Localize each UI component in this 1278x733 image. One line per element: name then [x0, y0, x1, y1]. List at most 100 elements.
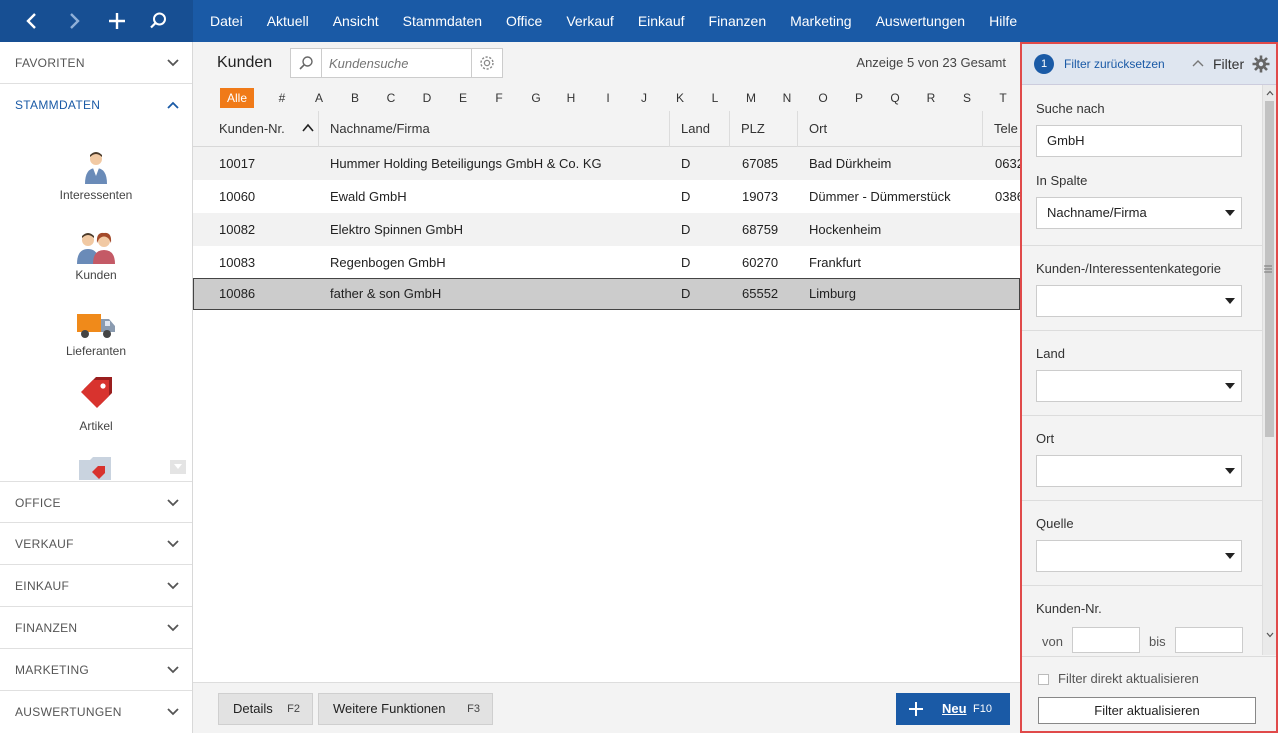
apply-filter-button[interactable]: Filter aktualisieren	[1038, 697, 1256, 724]
column-header-plz[interactable]: PLZ	[730, 111, 798, 147]
alpha-filter-n[interactable]: N	[776, 88, 798, 108]
active-filter-count-badge: 1	[1034, 54, 1054, 74]
sidebar-scroll-button[interactable]	[170, 460, 186, 474]
filter-direkt-checkbox[interactable]	[1038, 674, 1049, 685]
alpha-filter-a[interactable]: A	[308, 88, 330, 108]
table-row[interactable]: 10082 Elektro Spinnen GmbH D 68759 Hocke…	[193, 213, 1020, 246]
menu-marketing[interactable]: Marketing	[778, 0, 863, 42]
sidebar-item-interessenten[interactable]: Interessenten	[0, 150, 192, 202]
alpha-filter-c[interactable]: C	[380, 88, 402, 108]
sidebar-section-auswertungen[interactable]: AUSWERTUNGEN	[0, 691, 192, 733]
alpha-filter-s[interactable]: S	[956, 88, 978, 108]
sidebar-section-label: STAMMDATEN	[15, 98, 101, 112]
sidebar-section-marketing[interactable]: MARKETING	[0, 649, 192, 691]
weitere-funktionen-button[interactable]: Weitere Funktionen F3	[318, 693, 493, 725]
back-button[interactable]	[18, 7, 46, 35]
search-submit-button[interactable]	[291, 49, 322, 77]
kunden-nr-to-input[interactable]	[1175, 627, 1243, 653]
column-header-label: Ort	[809, 121, 828, 136]
gear-icon[interactable]	[1252, 55, 1270, 73]
customer-search-input[interactable]	[329, 54, 469, 72]
alpha-filter-l[interactable]: L	[704, 88, 726, 108]
menu-stammdaten[interactable]: Stammdaten	[391, 0, 494, 42]
filter-label-ort: Ort	[1036, 431, 1055, 446]
alpha-filter-m[interactable]: M	[740, 88, 762, 108]
table-row[interactable]: 10083 Regenbogen GmbH D 60270 Frankfurt	[193, 246, 1020, 279]
sidebar-section-einkauf[interactable]: EINKAUF	[0, 565, 192, 607]
alpha-filter-f[interactable]: F	[488, 88, 510, 108]
filter-land-select[interactable]	[1036, 370, 1242, 402]
divider	[1022, 415, 1262, 416]
menu-datei[interactable]: Datei	[198, 0, 255, 42]
sidebar-section-label: MARKETING	[15, 663, 90, 677]
menu-hilfe[interactable]: Hilfe	[977, 0, 1029, 42]
alpha-filter-d[interactable]: D	[416, 88, 438, 108]
column-header-label: Nachname/Firma	[330, 121, 430, 136]
search-settings-button[interactable]	[471, 49, 502, 77]
filter-label-kunden-nr: Kunden-Nr.	[1036, 601, 1102, 616]
menu-aktuell[interactable]: Aktuell	[255, 0, 321, 42]
forward-button[interactable]	[60, 7, 88, 35]
alpha-filter-p[interactable]: P	[848, 88, 870, 108]
sidebar-section-office[interactable]: OFFICE	[0, 481, 192, 523]
column-header-telefon[interactable]: Tele	[983, 111, 1020, 147]
reset-filter-link[interactable]: Filter zurücksetzen	[1064, 44, 1165, 85]
column-header-name[interactable]: Nachname/Firma	[319, 111, 670, 147]
filter-quelle-select[interactable]	[1036, 540, 1242, 572]
details-button[interactable]: Details F2	[218, 693, 313, 725]
sidebar-item-artikel[interactable]: Artikel	[0, 375, 192, 433]
alpha-filter-q[interactable]: Q	[884, 88, 906, 108]
add-button[interactable]	[103, 7, 131, 35]
cell-plz: 60270	[742, 255, 779, 270]
chevron-down-icon	[167, 59, 179, 67]
filter-column-select[interactable]: Nachname/Firma	[1036, 197, 1242, 229]
sidebar-section-stammdaten[interactable]: STAMMDATEN	[0, 84, 192, 126]
alpha-filter-hash[interactable]: #	[271, 88, 293, 108]
alpha-filter-e[interactable]: E	[452, 88, 474, 108]
column-header-ort[interactable]: Ort	[798, 111, 983, 147]
table-row[interactable]: 10060 Ewald GmbH D 19073 Dümmer - Dümmer…	[193, 180, 1020, 213]
alpha-filter-alle[interactable]: Alle	[220, 88, 254, 108]
sidebar-item-kunden[interactable]: Kunden	[0, 230, 192, 282]
sidebar-section-favoriten[interactable]: FAVORITEN	[0, 42, 192, 84]
menu-ansicht[interactable]: Ansicht	[321, 0, 391, 42]
menu-auswertungen[interactable]: Auswertungen	[864, 0, 978, 42]
sidebar-item-label: Lieferanten	[65, 344, 127, 358]
menu-verkauf[interactable]: Verkauf	[554, 0, 625, 42]
alpha-filter-i[interactable]: I	[597, 88, 619, 108]
sidebar-section-label: FINANZEN	[15, 621, 78, 635]
kunden-nr-from-input[interactable]	[1072, 627, 1140, 653]
cell-land: D	[681, 189, 691, 204]
sidebar-item-lieferanten[interactable]: Lieferanten	[0, 310, 192, 358]
column-header-kunden-nr[interactable]: Kunden-Nr.	[208, 111, 319, 147]
alpha-filter-b[interactable]: B	[344, 88, 366, 108]
scroll-down-icon[interactable]	[1265, 629, 1275, 641]
new-customer-button[interactable]: Neu F10	[896, 693, 1010, 725]
range-from-label: von	[1042, 634, 1063, 649]
collapse-filter-icon[interactable]	[1192, 58, 1204, 70]
alpha-filter-o[interactable]: O	[812, 88, 834, 108]
alpha-filter-h[interactable]: H	[560, 88, 582, 108]
alpha-filter-t[interactable]: T	[992, 88, 1014, 108]
filter-kategorie-select[interactable]	[1036, 285, 1242, 317]
menu-office[interactable]: Office	[494, 0, 554, 42]
sidebar-section-finanzen[interactable]: FINANZEN	[0, 607, 192, 649]
scroll-up-icon[interactable]	[1265, 87, 1275, 99]
table-row-selected[interactable]: 10086 father & son GmbH D 65552 Limburg	[193, 278, 1020, 310]
menu-einkauf[interactable]: Einkauf	[626, 0, 697, 42]
table-row[interactable]: 10017 Hummer Holding Beteiligungs GmbH &…	[193, 147, 1020, 180]
alpha-filter-k[interactable]: K	[669, 88, 691, 108]
chevron-down-icon	[167, 540, 179, 548]
sidebar-item-partial[interactable]	[78, 454, 116, 480]
filter-scrollbar[interactable]	[1262, 85, 1276, 655]
alpha-filter-r[interactable]: R	[920, 88, 942, 108]
filter-search-input[interactable]: GmbH	[1036, 125, 1242, 157]
alpha-filter-j[interactable]: J	[633, 88, 655, 108]
filter-ort-select[interactable]	[1036, 455, 1242, 487]
sidebar-section-verkauf[interactable]: VERKAUF	[0, 523, 192, 565]
column-header-land[interactable]: Land	[670, 111, 730, 147]
splitter-grip-icon[interactable]	[1264, 262, 1272, 273]
menu-finanzen[interactable]: Finanzen	[697, 0, 779, 42]
alpha-filter-g[interactable]: G	[525, 88, 547, 108]
search-button[interactable]	[144, 7, 172, 35]
